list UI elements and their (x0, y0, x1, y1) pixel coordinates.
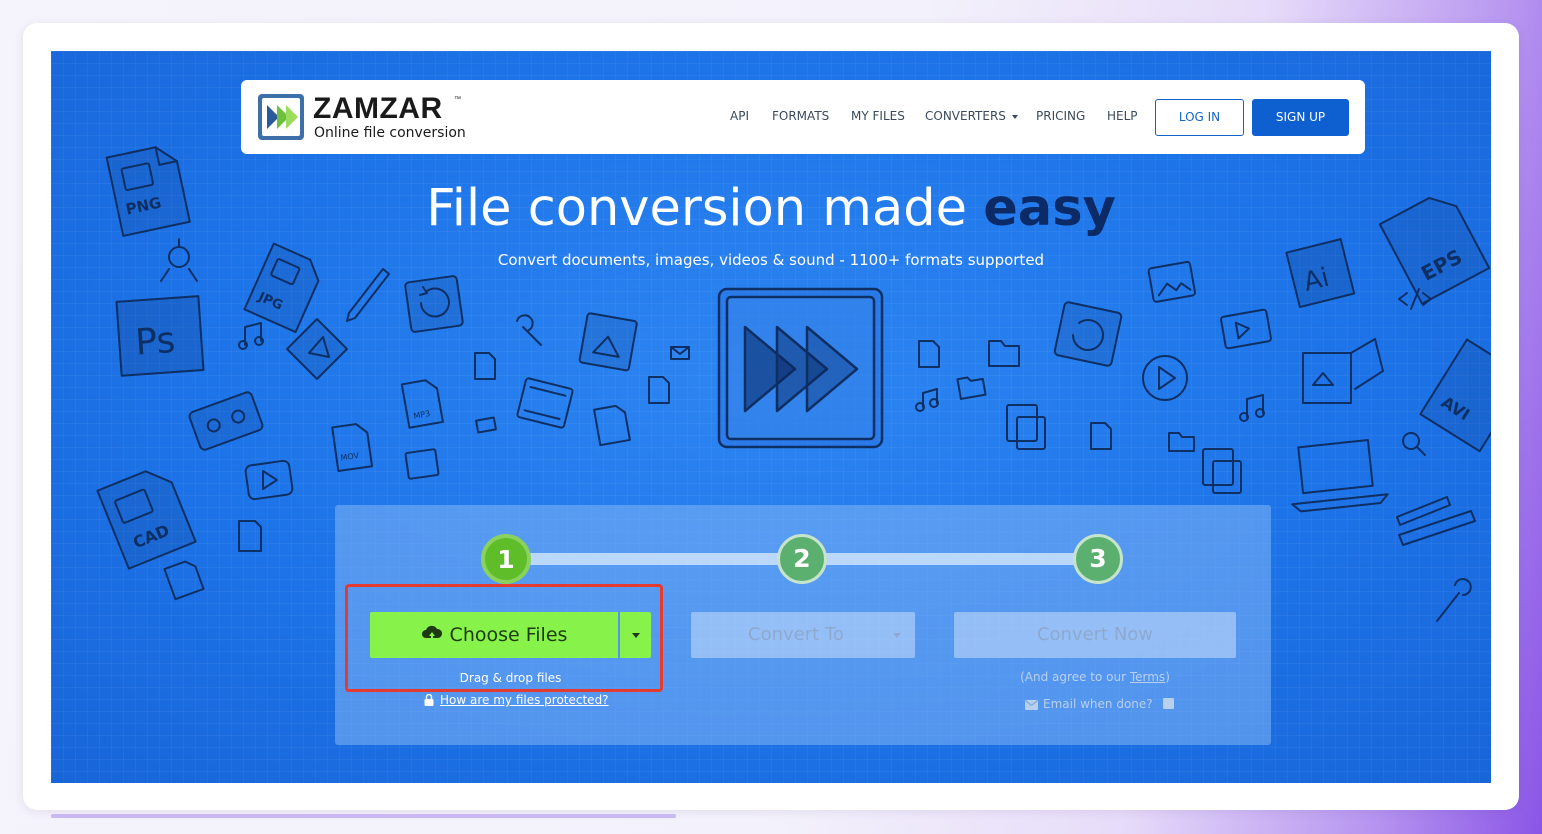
image-frame-icon (1302, 338, 1384, 404)
logo-tagline: Online file conversion (314, 125, 466, 141)
email-icon (670, 346, 690, 360)
hero-stage: PNG JPG Ps CAD EPS Ai AVI MP3 MOV ZAMZAR… (51, 51, 1491, 783)
nav-item-formats[interactable]: FORMATS (772, 109, 829, 123)
mp3-file-icon: MP3 (400, 379, 444, 429)
chevron-down-icon (632, 633, 640, 638)
convert-now-button[interactable]: Convert Now (954, 612, 1236, 658)
nav-item-my-files[interactable]: MY FILES (851, 109, 905, 123)
email-when-done: Email when done? (1025, 697, 1225, 711)
hero-subtitle: Convert documents, images, videos & soun… (497, 251, 1045, 269)
files-protected-text: How are my files protected? (440, 693, 609, 707)
fast-forward-logo-icon (717, 287, 884, 449)
play-icon (1142, 355, 1188, 401)
logo-wordmark: ZAMZAR (313, 92, 443, 125)
mov-label: MOV (340, 451, 360, 463)
clipboard-icon (1006, 404, 1046, 450)
nav-item-api[interactable]: API (730, 109, 749, 123)
trademark-symbol: ™ (454, 96, 461, 103)
terms-agreement: (And agree to our Terms) (954, 670, 1236, 684)
document-icon (163, 560, 205, 601)
ps-label: Ps (134, 320, 177, 364)
email-icon (1025, 700, 1038, 710)
agree-suffix: ) (1165, 670, 1170, 684)
refresh-box-icon (1053, 301, 1123, 367)
mp3-label: MP3 (413, 409, 431, 421)
illustrator-icon: Ai (1285, 238, 1356, 309)
choose-files-dropdown[interactable] (619, 612, 651, 658)
pencil-icon (346, 268, 390, 322)
photoshop-icon: Ps (115, 295, 205, 377)
image-icon (404, 448, 440, 480)
cloud-upload-icon (421, 625, 442, 642)
email-when-done-label: Email when done? (1043, 697, 1153, 711)
terms-link[interactable]: Terms (1130, 670, 1165, 684)
lock-icon (424, 694, 434, 706)
search-icon (1402, 432, 1426, 456)
document-icon (648, 376, 670, 404)
signup-button[interactable]: SIGN UP (1252, 99, 1349, 136)
folder-icon (1168, 432, 1195, 452)
pencil-icon (1396, 496, 1476, 546)
cad-file-icon: CAD (96, 470, 197, 570)
zamzar-logo[interactable]: ZAMZAR ™ Online file conversion (257, 92, 487, 144)
scroll-progress-bar (51, 814, 676, 818)
hero-title-emphasis: easy (983, 179, 1116, 238)
chevron-down-icon (1011, 114, 1018, 119)
email-icon (475, 416, 497, 434)
convert-to-select[interactable]: Convert To (691, 612, 915, 658)
choose-files-button[interactable]: Choose Files (370, 612, 618, 658)
film-strip-icon (1220, 308, 1272, 350)
chevron-down-icon (893, 633, 901, 638)
music-note-icon (238, 322, 264, 350)
step-3-badge: 3 (1073, 534, 1123, 584)
document-icon (474, 352, 496, 380)
avi-file-icon: AVI (1419, 338, 1491, 453)
film-strip-icon (516, 377, 574, 429)
laptop-icon (1291, 439, 1389, 513)
drag-drop-hint: Drag & drop files (459, 671, 562, 685)
cassette-icon (188, 391, 264, 451)
document-icon (238, 520, 262, 552)
files-protected-link[interactable]: How are my files protected? (424, 693, 624, 707)
wrench-icon (1436, 578, 1472, 622)
folder-icon (988, 340, 1020, 367)
music-note-icon (1239, 394, 1265, 422)
convert-to-label: Convert To (748, 624, 844, 645)
document-icon (593, 404, 631, 447)
converter-panel: 1 2 3 Choose Files Drag & drop files How… (335, 505, 1271, 745)
music-note-icon (915, 388, 939, 412)
nav-item-pricing[interactable]: PRICING (1036, 109, 1085, 123)
hero-title: File conversion made easy (51, 179, 1491, 238)
step-2-badge: 2 (777, 534, 827, 584)
top-navbar: ZAMZAR ™ Online file conversion API FORM… (241, 80, 1365, 154)
agree-prefix: (And agree to our (1020, 670, 1130, 684)
video-player-icon (244, 459, 294, 501)
mov-file-icon: MOV (331, 423, 374, 473)
document-icon (918, 340, 940, 368)
wrench-icon (516, 314, 542, 346)
zamzar-logo-icon (258, 94, 304, 140)
email-when-done-checkbox[interactable] (1162, 698, 1174, 709)
choose-files-label: Choose Files (449, 624, 568, 646)
login-button[interactable]: LOG IN (1155, 99, 1244, 136)
document-icon (1090, 422, 1112, 450)
converters-label: CONVERTERS (925, 109, 1006, 123)
hero-title-text: File conversion made (426, 179, 984, 238)
refresh-box-icon (404, 275, 464, 333)
clipboard-icon (1202, 448, 1242, 494)
nav-item-converters[interactable]: CONVERTERS (925, 109, 1018, 123)
nav-item-help[interactable]: HELP (1107, 109, 1138, 123)
gallery-icon (578, 312, 638, 372)
step-1-badge: 1 (481, 534, 531, 584)
folder-icon (956, 376, 987, 400)
